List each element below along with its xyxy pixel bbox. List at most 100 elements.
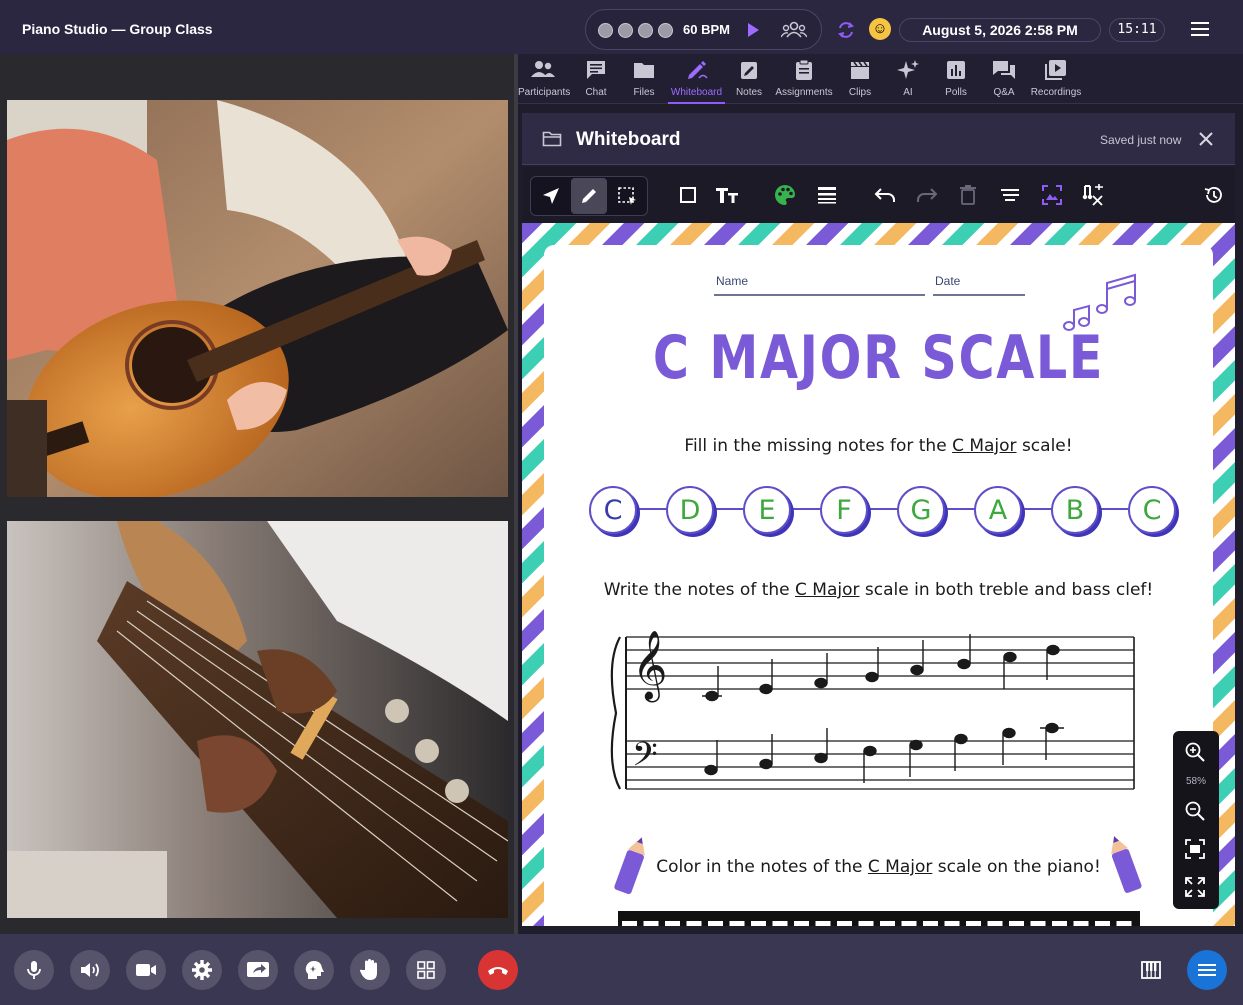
bpm-label[interactable]: 60 BPM (683, 22, 730, 37)
metronome-control[interactable]: 60 BPM (585, 9, 822, 50)
piano-key (987, 921, 1003, 926)
tab-files[interactable]: Files (622, 54, 666, 104)
speaker-icon[interactable] (70, 950, 110, 990)
note-circle: B (1051, 486, 1099, 534)
note-circle: E (743, 486, 791, 534)
note-circle: G (897, 486, 945, 534)
whiteboard-toolbar (522, 167, 1235, 223)
music-notation-icon[interactable] (1075, 177, 1111, 213)
piano-key (901, 921, 917, 926)
top-bar: Piano Studio — Group Class 60 BPM ☺ Augu… (0, 0, 1243, 54)
whiteboard-title: Whiteboard (576, 129, 681, 150)
tab-polls[interactable]: Polls (936, 54, 976, 104)
group-icon[interactable] (780, 21, 808, 44)
fit-to-screen-icon[interactable] (1184, 838, 1208, 862)
piano-key (923, 921, 938, 926)
play-icon[interactable] (745, 22, 761, 43)
sync-icon[interactable] (836, 20, 856, 45)
worksheet-title: C MAJOR SCALE (652, 323, 1105, 393)
text-tool-icon[interactable] (709, 177, 745, 213)
tab-notes[interactable]: Notes (728, 54, 770, 104)
camera-icon[interactable] (126, 950, 166, 990)
app-title: Piano Studio — Group Class (22, 21, 213, 37)
name-label: Name (716, 274, 749, 288)
tab-assignments[interactable]: Assignments (774, 54, 834, 104)
tab-clips[interactable]: Clips (840, 54, 880, 104)
instruction-write-notes: Write the notes of the C Major scale in … (603, 580, 1154, 600)
tab-ai[interactable]: AI (888, 54, 928, 104)
more-menu-icon[interactable] (1187, 950, 1227, 990)
side-panel: Participants Chat Files Whiteboard Notes… (518, 54, 1243, 934)
tab-participants[interactable]: Participants (518, 54, 570, 104)
piano-key (1073, 921, 1089, 926)
piano-key (622, 921, 637, 926)
panel-tabs: Participants Chat Files Whiteboard Notes… (518, 54, 1243, 104)
participant-video-1[interactable] (7, 100, 508, 497)
participant-video-2[interactable] (7, 521, 508, 918)
zoom-out-icon[interactable] (1184, 800, 1208, 824)
microphone-icon[interactable] (14, 950, 54, 990)
save-status: Saved just now (1100, 133, 1182, 147)
whiteboard-canvas[interactable]: 𝄞 𝄢 Name Date C MAJOR SCALE Fill in the … (522, 223, 1235, 926)
menu-icon[interactable] (1189, 20, 1211, 43)
select-area-icon[interactable] (609, 178, 645, 214)
grid-layout-icon[interactable] (406, 950, 446, 990)
clapper-icon (849, 59, 871, 84)
datetime-display: August 5, 2026 2:58 PM (899, 18, 1101, 42)
beat-indicator (638, 23, 653, 38)
emoji-icon[interactable]: ☺ (869, 18, 891, 40)
clipboard-icon (793, 59, 815, 84)
piano-key (858, 921, 874, 926)
zoom-in-icon[interactable] (1184, 741, 1208, 765)
beat-indicator (658, 23, 673, 38)
folder-icon[interactable] (542, 130, 562, 153)
piano-key (1030, 921, 1046, 926)
piano-key (751, 921, 766, 926)
recording-icon (1044, 59, 1068, 84)
redo-icon[interactable] (909, 177, 945, 213)
piano-key (880, 921, 895, 926)
poll-icon (945, 59, 967, 84)
delete-icon[interactable] (950, 177, 986, 213)
undo-icon[interactable] (867, 177, 903, 213)
session-timer: 15:11 (1109, 18, 1165, 42)
background-image-icon[interactable] (1034, 177, 1070, 213)
note-circle: C (1128, 486, 1176, 534)
tab-recordings[interactable]: Recordings (1028, 54, 1084, 104)
fullscreen-icon[interactable] (1184, 876, 1208, 900)
note-circle: F (820, 486, 868, 534)
screen-share-icon[interactable] (238, 950, 278, 990)
rectangle-tool-icon[interactable] (670, 177, 706, 213)
piano-icon[interactable] (1131, 950, 1171, 990)
pointer-tool-icon[interactable] (533, 178, 569, 214)
history-icon[interactable] (1195, 177, 1231, 213)
whiteboard-icon (686, 59, 708, 84)
close-icon[interactable] (1198, 131, 1214, 152)
piano-key (837, 921, 852, 926)
piano-key (944, 921, 960, 926)
tool-selector (530, 176, 648, 216)
settings-icon[interactable] (182, 950, 222, 990)
piano-key (729, 921, 745, 926)
stroke-width-icon[interactable] (809, 177, 845, 213)
color-palette-icon[interactable] (767, 177, 803, 213)
tab-whiteboard[interactable]: Whiteboard (668, 54, 725, 104)
call-controls-bar (0, 934, 1243, 1005)
raise-hand-icon[interactable] (350, 950, 390, 990)
instruction-color-piano: Color in the notes of the C Major scale … (656, 857, 1101, 877)
pen-tool-icon[interactable] (571, 178, 607, 214)
tab-qa[interactable]: Q&A (984, 54, 1024, 104)
svg-text:𝄢: 𝄢 (632, 736, 658, 782)
tab-chat[interactable]: Chat (572, 54, 620, 104)
chat-icon (585, 59, 607, 84)
piano-key (665, 921, 680, 926)
notes-icon (738, 59, 760, 84)
ai-assistant-icon[interactable] (294, 950, 334, 990)
piano-key (1052, 921, 1067, 926)
qa-icon (992, 59, 1016, 84)
end-call-icon[interactable] (478, 950, 518, 990)
piano-key (966, 921, 981, 926)
note-circle: C (589, 486, 637, 534)
clear-lines-icon[interactable] (992, 177, 1028, 213)
beat-indicator (618, 23, 633, 38)
